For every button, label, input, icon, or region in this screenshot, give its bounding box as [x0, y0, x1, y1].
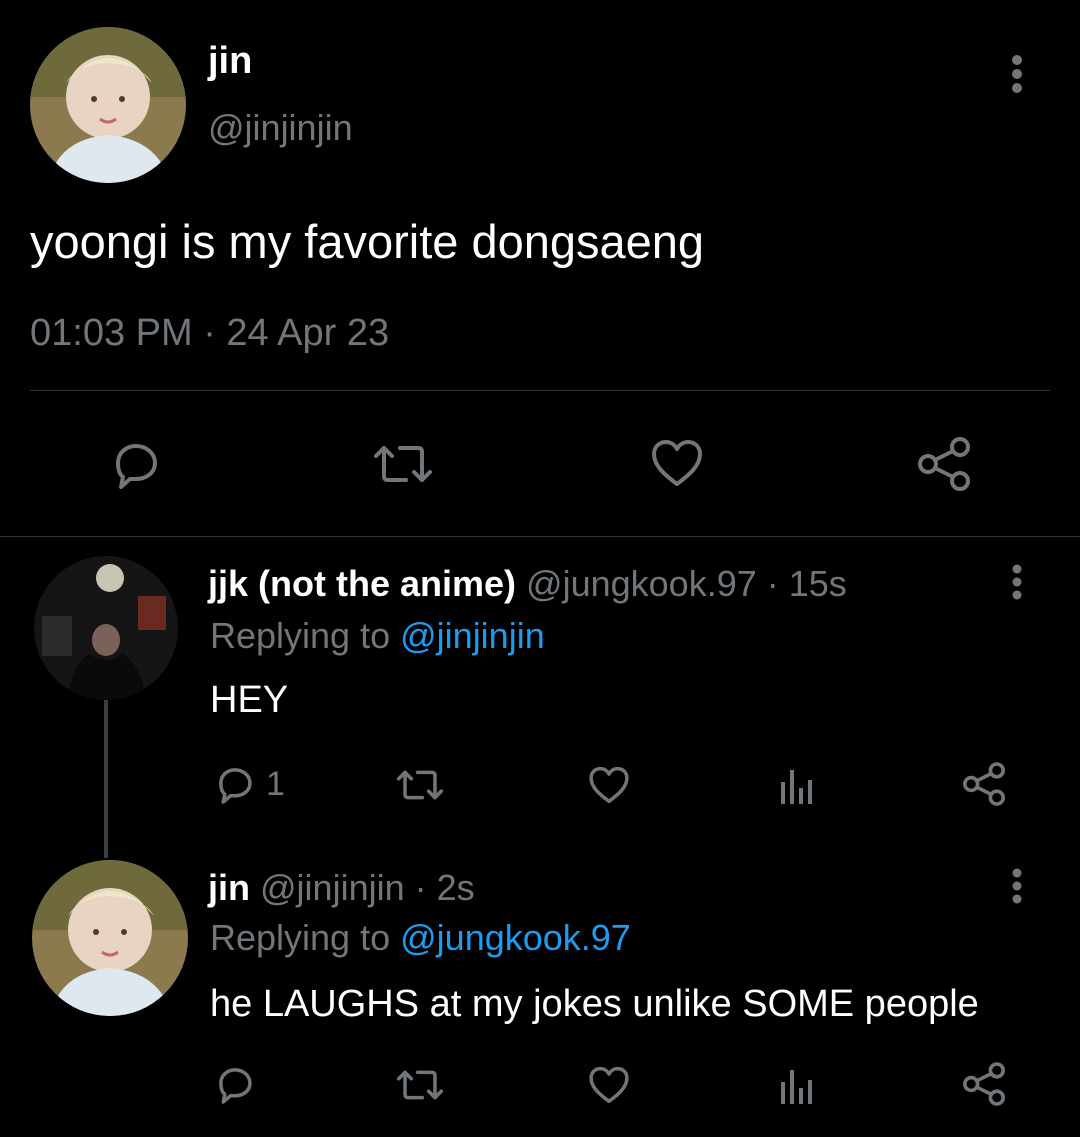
- handle[interactable]: @jinjinjin: [260, 867, 405, 908]
- reply-text: he LAUGHS at my jokes unlike SOME people: [210, 983, 979, 1025]
- replying-to: Replying to @jungkook.97: [210, 916, 631, 960]
- reply-icon[interactable]: [213, 762, 257, 806]
- tweet-age[interactable]: · 2s: [415, 867, 475, 908]
- replying-to: Replying to @jinjinjin: [210, 614, 545, 658]
- tweet-timestamp[interactable]: 01:03 PM · 24 Apr 23: [30, 310, 389, 356]
- more-options-icon[interactable]: [1004, 562, 1030, 602]
- mention-link[interactable]: @jungkook.97: [400, 917, 631, 958]
- replying-label: Replying to: [210, 917, 391, 958]
- reply-count: 1: [266, 765, 285, 803]
- display-name[interactable]: jin: [208, 867, 250, 908]
- reply-icon[interactable]: [108, 436, 164, 492]
- like-icon[interactable]: [586, 764, 632, 806]
- share-icon[interactable]: [960, 760, 1008, 808]
- divider: [30, 390, 1050, 391]
- like-icon[interactable]: [586, 1064, 632, 1106]
- avatar-jin[interactable]: [30, 27, 186, 183]
- reply-header: jin @jinjinjin · 2s: [208, 866, 475, 910]
- replying-label: Replying to: [210, 615, 391, 656]
- reply-thread-line: [104, 700, 108, 858]
- handle[interactable]: @jungkook.97: [526, 563, 757, 604]
- handle[interactable]: @jinjinjin: [208, 106, 353, 150]
- more-options-icon[interactable]: [1003, 52, 1031, 96]
- tweet-text: yoongi is my favorite dongsaeng: [30, 215, 705, 268]
- display-name[interactable]: jjk (not the anime): [208, 563, 516, 604]
- like-icon[interactable]: [648, 436, 706, 490]
- more-options-icon[interactable]: [1004, 866, 1030, 906]
- share-icon[interactable]: [960, 1060, 1008, 1108]
- retweet-icon[interactable]: [394, 764, 446, 806]
- mention-link[interactable]: @jinjinjin: [400, 615, 545, 656]
- display-name[interactable]: jin: [208, 38, 252, 84]
- avatar-jin[interactable]: [32, 860, 188, 1016]
- analytics-icon[interactable]: [778, 766, 814, 806]
- retweet-icon[interactable]: [394, 1064, 446, 1106]
- tweet-age[interactable]: · 15s: [767, 563, 847, 604]
- reply-header: jjk (not the anime) @jungkook.97 · 15s: [208, 562, 847, 606]
- reply-text: HEY: [210, 679, 289, 721]
- retweet-icon[interactable]: [370, 438, 436, 490]
- analytics-icon[interactable]: [778, 1066, 814, 1106]
- reply-icon[interactable]: [213, 1062, 257, 1106]
- share-icon[interactable]: [914, 434, 974, 494]
- section-divider: [0, 536, 1080, 537]
- avatar-jjk[interactable]: [34, 556, 178, 700]
